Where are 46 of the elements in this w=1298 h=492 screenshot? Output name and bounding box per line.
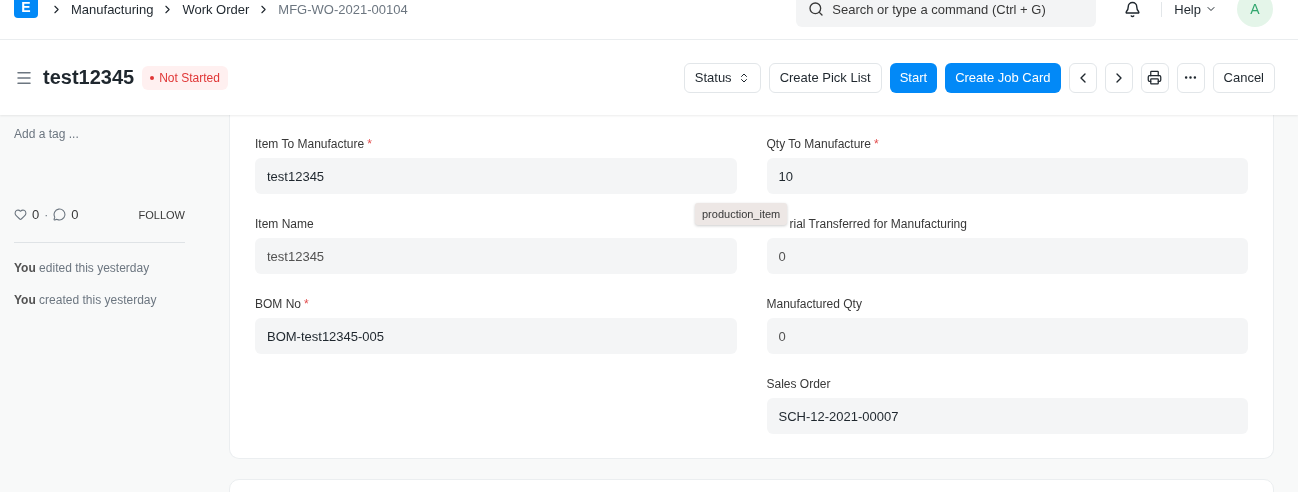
app-logo[interactable]: E <box>14 0 38 18</box>
printer-icon <box>1147 70 1163 85</box>
breadcrumb-link[interactable]: Work Order <box>182 1 250 17</box>
next-button[interactable] <box>1104 62 1133 93</box>
print-button[interactable] <box>1140 62 1169 93</box>
comment-count: 0 <box>71 207 79 222</box>
field-label: Item Name <box>255 217 315 231</box>
action-button[interactable]: Create Pick List <box>768 62 882 93</box>
input-field[interactable]: SCH-12-2021-00007 <box>766 398 1248 434</box>
page-title: test12345 <box>43 66 135 89</box>
required-mark: * <box>874 137 879 151</box>
search-icon <box>808 1 825 17</box>
like-count: 0 <box>32 207 40 222</box>
tag-placeholder[interactable]: Add a tag ... <box>14 127 185 207</box>
field-label: Sales Order <box>766 377 832 391</box>
search-field[interactable]: Search or type a command (Ctrl + G) <box>796 0 1097 27</box>
input-field[interactable]: BOM-test12345-005 <box>255 318 737 354</box>
status-select[interactable]: Status <box>683 62 761 93</box>
activity-entry: You created this yesterday <box>14 292 158 309</box>
primary-button[interactable]: Create Job Card <box>945 62 1061 93</box>
input-field[interactable]: 0 <box>766 318 1248 354</box>
breadcrumb-link[interactable]: Manufacturing <box>71 1 154 17</box>
bell-icon[interactable] <box>1124 0 1142 18</box>
activity-entry: You edited this yesterday <box>14 260 151 277</box>
required-mark: * <box>304 297 309 311</box>
comment-icon[interactable] <box>53 208 67 221</box>
field-label: Item To Manufacture * <box>255 137 373 151</box>
previous-button[interactable] <box>1068 62 1097 93</box>
input-field[interactable]: 10 <box>766 158 1248 194</box>
input-field[interactable]: test12345 <box>255 158 737 194</box>
input-field[interactable]: 0 <box>766 238 1248 274</box>
breadcrumb-link[interactable]: MFG-WO-2021-00104 <box>278 1 408 17</box>
status-badge: Not Started <box>142 65 228 90</box>
tooltip: production_item <box>695 203 788 225</box>
required-mark: * <box>367 137 372 151</box>
field-label: Qty To Manufacture * <box>766 137 880 151</box>
field-label: Manufactured Qty <box>766 297 863 311</box>
field-label: rial Transferred for Manufacturing <box>788 217 968 231</box>
primary-button[interactable]: Start <box>889 62 938 93</box>
follow-link[interactable]: FOLLOW <box>138 208 185 221</box>
help-menu[interactable]: Help <box>1161 1 1229 17</box>
input-field[interactable]: test12345 <box>255 238 737 274</box>
field-label: BOM No * <box>255 297 310 311</box>
action-button[interactable]: Cancel <box>1212 62 1275 93</box>
heart-icon[interactable] <box>14 208 27 221</box>
separator-dot: · <box>44 207 49 222</box>
